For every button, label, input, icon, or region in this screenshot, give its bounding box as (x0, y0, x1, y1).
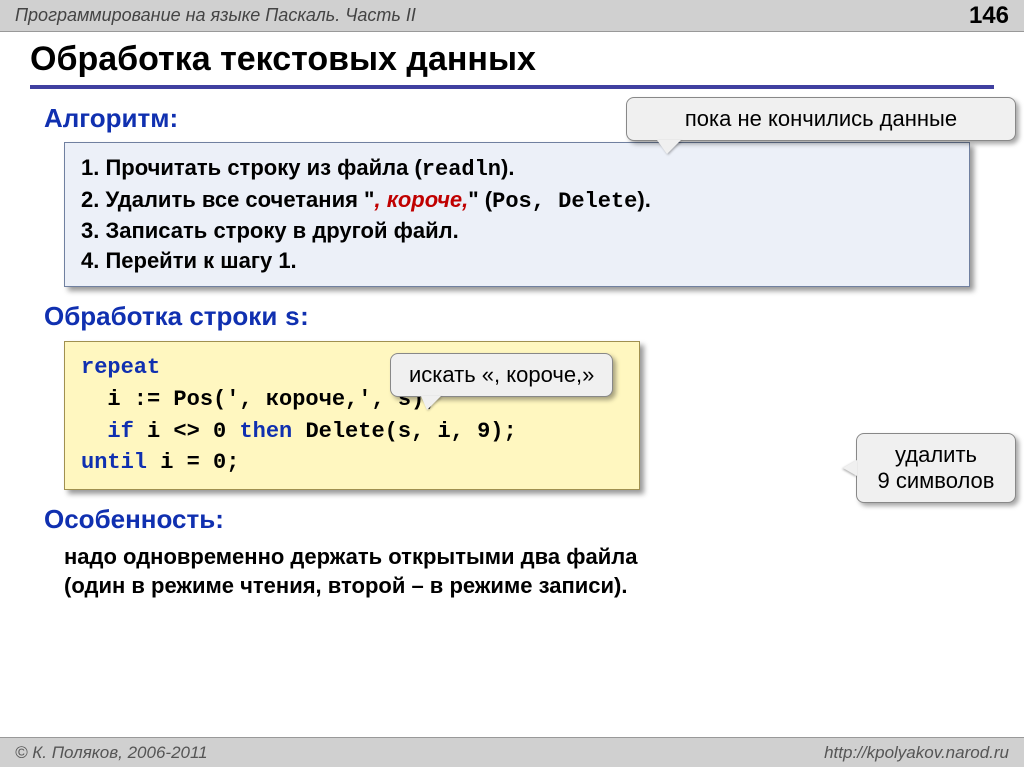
slide-footer: © К. Поляков, 2006-2011 http://kpolyakov… (0, 737, 1024, 767)
callout-top-text: пока не кончились данные (685, 106, 957, 131)
heading-processing: Обработка строки s: (44, 301, 980, 333)
course-title: Программирование на языке Паскаль. Часть… (15, 5, 416, 26)
footer-copyright: © К. Поляков, 2006-2011 (15, 743, 208, 763)
callout-middle-text: искать «, короче,» (409, 362, 594, 387)
algo-step-1: 1. Прочитать строку из файла (readln). (81, 153, 953, 185)
page-number: 146 (969, 2, 1009, 30)
heading-feature: Особенность: (44, 504, 980, 535)
algo-step-4: 4. Перейти к шагу 1. (81, 246, 953, 276)
callout-right-line2: 9 символов (875, 468, 997, 494)
callout-right: удалить 9 символов (856, 433, 1016, 503)
slide-header: Программирование на языке Паскаль. Часть… (0, 0, 1024, 32)
title-row: Обработка текстовых данных (0, 32, 1024, 85)
callout-tail-icon (843, 460, 857, 476)
footer-url: http://kpolyakov.narod.ru (824, 743, 1009, 763)
callout-tail-icon (657, 140, 681, 154)
algo-step-3: 3. Записать строку в другой файл. (81, 216, 953, 246)
algo-step-2: 2. Удалить все сочетания ", короче," (Po… (81, 185, 953, 217)
callout-tail-icon (421, 396, 441, 410)
feature-text: надо одновременно держать открытыми два … (64, 543, 980, 600)
algorithm-box: 1. Прочитать строку из файла (readln). 2… (64, 142, 970, 287)
callout-right-line1: удалить (875, 442, 997, 468)
slide-title: Обработка текстовых данных (30, 40, 994, 79)
title-rule (30, 85, 994, 89)
content: пока не кончились данные Алгоритм: 1. Пр… (0, 103, 1024, 601)
callout-top: пока не кончились данные (626, 97, 1016, 141)
callout-middle: искать «, короче,» (390, 353, 613, 397)
